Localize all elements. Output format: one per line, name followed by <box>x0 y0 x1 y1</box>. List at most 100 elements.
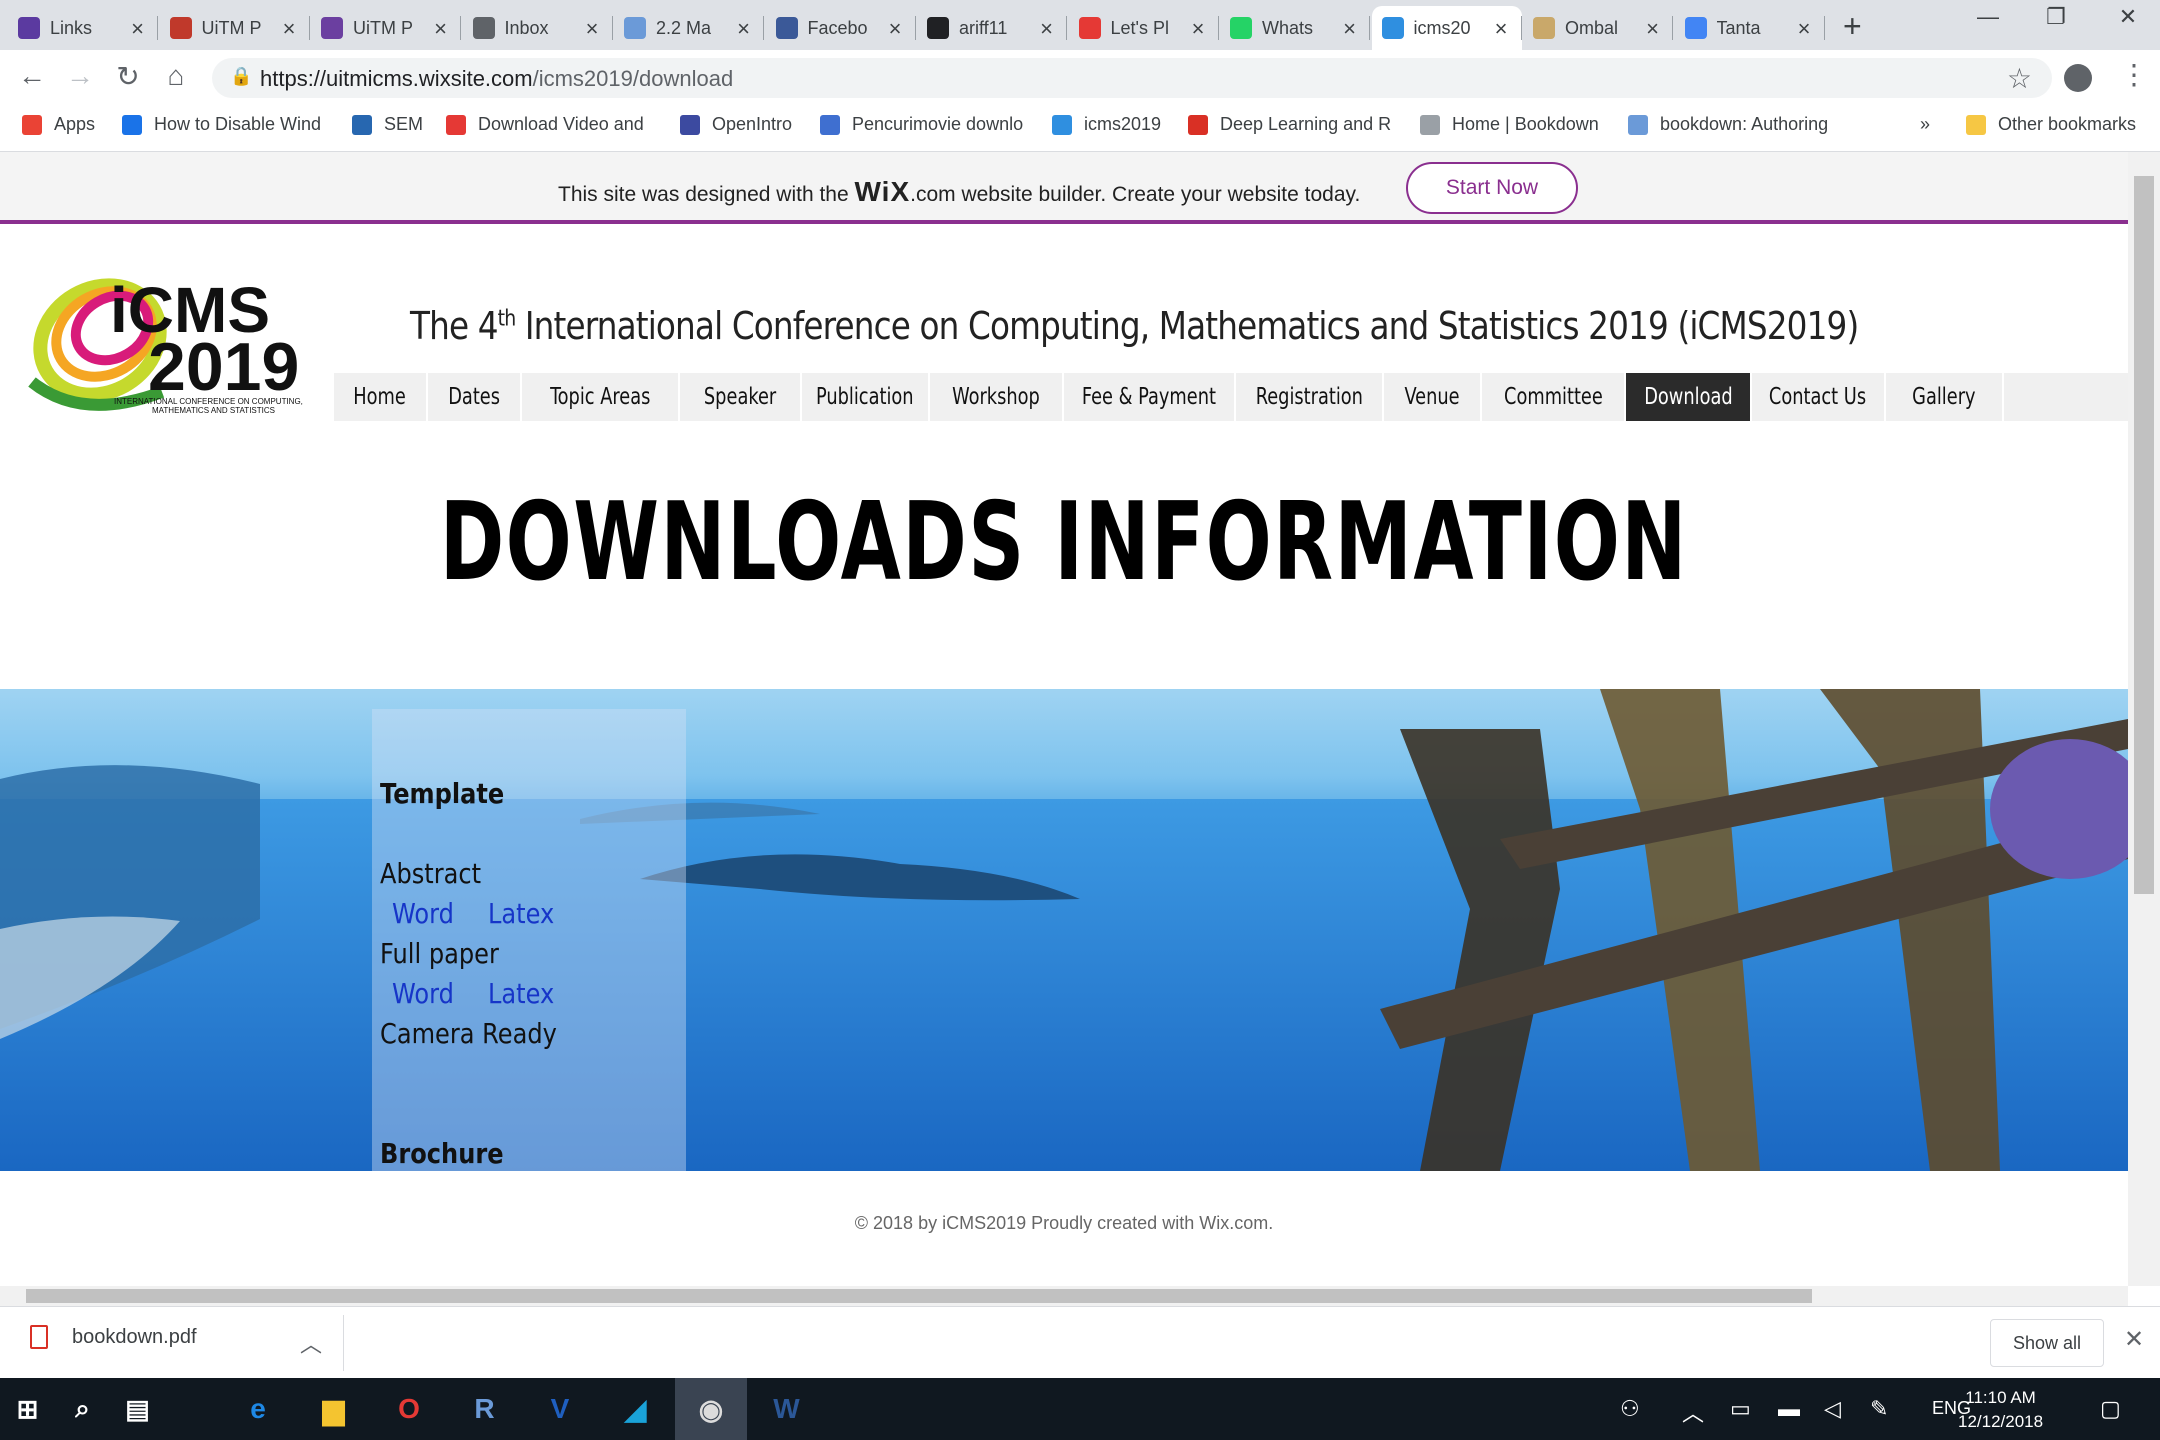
pen-icon[interactable]: ✎ <box>1870 1396 1888 1422</box>
abstract-latex-link[interactable]: Latex <box>488 897 554 930</box>
nav-item-topic-areas[interactable]: Topic Areas <box>522 373 680 421</box>
browser-tab[interactable]: Let's Pl × <box>1069 6 1219 50</box>
taskbar-app[interactable]: ◢ <box>600 1378 672 1440</box>
browser-tab[interactable]: Whats × <box>1220 6 1370 50</box>
mail-icon <box>472 17 495 39</box>
close-tab-icon[interactable]: × <box>737 16 750 42</box>
network-icon[interactable]: ▭ <box>1730 1396 1751 1422</box>
nav-item-workshop[interactable]: Workshop <box>930 373 1064 421</box>
menu-icon[interactable]: ⋮ <box>2120 58 2148 91</box>
close-shelf-icon[interactable]: ✕ <box>2124 1325 2144 1354</box>
taskbar-app[interactable]: e <box>222 1378 294 1440</box>
tab-title: ariff11 <box>959 17 1008 38</box>
vertical-scrollbar[interactable] <box>2128 152 2160 1286</box>
home-icon[interactable]: ⌂ <box>156 60 196 92</box>
whatsapp-icon <box>1230 17 1252 39</box>
icms-logo[interactable]: iCMS 2019 INTERNATIONAL CONFERENCE ON CO… <box>22 272 322 418</box>
start-now-button[interactable]: Start Now <box>1406 162 1578 214</box>
close-tab-icon[interactable]: × <box>1798 16 1811 42</box>
taskbar-app[interactable]: ⊞ <box>0 1378 55 1440</box>
browser-tab[interactable]: Ombal × <box>1523 6 1673 50</box>
browser-tab[interactable]: Inbox × <box>463 6 613 50</box>
vertical-scroll-thumb[interactable] <box>2134 176 2154 894</box>
bookmark-item[interactable]: OpenIntro <box>680 114 792 135</box>
taskbar-app[interactable]: O <box>373 1378 445 1440</box>
close-tab-icon[interactable]: × <box>1495 16 1508 42</box>
close-tab-icon[interactable]: × <box>434 16 447 42</box>
bookmark-item[interactable]: SEM <box>352 114 423 135</box>
back-icon[interactable]: ← <box>12 60 52 92</box>
close-tab-icon[interactable]: × <box>131 16 144 42</box>
browser-tab[interactable]: UiTM P × <box>311 6 461 50</box>
close-tab-icon[interactable]: × <box>1192 16 1205 42</box>
bookmark-item[interactable]: Deep Learning and R <box>1188 114 1391 135</box>
browser-tab[interactable]: 2.2 Ma × <box>614 6 764 50</box>
show-all-button[interactable]: Show all <box>1990 1319 2104 1367</box>
battery-icon[interactable]: ▬ <box>1778 1396 1800 1422</box>
minimize-button[interactable]: — <box>1958 4 2018 30</box>
close-tab-icon[interactable]: × <box>1040 16 1053 42</box>
taskbar-app[interactable]: R <box>449 1378 521 1440</box>
taskbar-app[interactable]: ◉ <box>675 1378 747 1440</box>
bookmark-item[interactable]: bookdown: Authoring <box>1628 114 1828 135</box>
taskbar-app[interactable]: ▆ <box>298 1378 370 1440</box>
abstract-word-link[interactable]: Word <box>392 897 454 930</box>
bookmark-item[interactable]: Download Video and <box>446 114 644 135</box>
full-paper-latex-link[interactable]: Latex <box>488 977 554 1010</box>
nav-item-gallery[interactable]: Gallery <box>1886 373 2004 421</box>
browser-tab[interactable]: Tanta × <box>1675 6 1825 50</box>
nav-item-contact-us[interactable]: Contact Us <box>1752 373 1886 421</box>
word-icon: W <box>773 1393 800 1424</box>
nav-item-registration[interactable]: Registration <box>1236 373 1384 421</box>
bookmarks-overflow-button[interactable]: » <box>1920 114 1930 135</box>
download-item[interactable]: bookdown.pdf <box>30 1325 197 1349</box>
close-tab-icon[interactable]: × <box>1646 16 1659 42</box>
bookmark-item[interactable]: Pencurimovie downlo <box>820 114 1023 135</box>
nav-item-label: Committee <box>1503 384 1603 410</box>
close-tab-icon[interactable]: × <box>889 16 902 42</box>
other-bookmarks[interactable]: Other bookmarks <box>1966 114 2136 135</box>
forward-icon[interactable]: → <box>60 60 100 92</box>
browser-tab[interactable]: icms20 × <box>1371 6 1522 50</box>
restore-button[interactable]: ❐ <box>2026 4 2086 30</box>
browser-tab[interactable]: ariff11 × <box>917 6 1067 50</box>
horizontal-scrollbar[interactable] <box>0 1286 2128 1306</box>
tray-chevron-icon[interactable]: ︿ <box>1682 1396 1704 1428</box>
taskbar-app[interactable]: V <box>524 1378 596 1440</box>
browser-tab[interactable]: UiTM P × <box>160 6 310 50</box>
nav-item-speaker[interactable]: Speaker <box>680 373 802 421</box>
browser-tab[interactable]: Facebo × <box>766 6 916 50</box>
close-tab-icon[interactable]: × <box>283 16 296 42</box>
close-tab-icon[interactable]: × <box>1343 16 1356 42</box>
address-bar[interactable]: 🔒 https://uitmicms.wixsite.com/icms2019/… <box>212 58 2052 98</box>
notification-icon[interactable]: ▢ <box>2100 1396 2121 1422</box>
nav-item-committee[interactable]: Committee <box>1482 373 1626 421</box>
reload-icon[interactable]: ↻ <box>108 60 148 93</box>
bookmark-item[interactable]: How to Disable Wind <box>122 114 321 135</box>
volume-icon[interactable]: ◁ <box>1824 1396 1841 1422</box>
nav-item-home[interactable]: Home <box>334 373 428 421</box>
horizontal-scroll-thumb[interactable] <box>26 1289 1812 1303</box>
taskbar-app[interactable]: W <box>751 1378 823 1440</box>
bookmark-item[interactable]: Home | Bookdown <box>1420 114 1599 135</box>
nav-item-venue[interactable]: Venue <box>1384 373 1482 421</box>
url-text[interactable]: https://uitmicms.wixsite.com/icms2019/do… <box>260 66 733 92</box>
bookmark-star-icon[interactable]: ☆ <box>2007 62 2032 95</box>
nav-item-publication[interactable]: Publication <box>802 373 930 421</box>
nav-item-dates[interactable]: Dates <box>428 373 522 421</box>
taskbar-app[interactable]: ⌕ <box>55 1378 110 1440</box>
people-icon[interactable]: ⚇ <box>1620 1396 1640 1422</box>
chevron-up-icon[interactable]: ︿ <box>300 1327 322 1359</box>
close-tab-icon[interactable]: × <box>586 16 599 42</box>
taskbar-app[interactable]: ▤ <box>110 1378 165 1440</box>
full-paper-word-link[interactable]: Word <box>392 977 454 1010</box>
clock[interactable]: 11:10 AM 12/12/2018 <box>1958 1386 2043 1434</box>
profile-avatar[interactable] <box>2064 64 2092 92</box>
bookmark-item[interactable]: Apps <box>22 114 95 135</box>
new-tab-button[interactable]: + <box>1843 8 1862 45</box>
nav-item-download[interactable]: Download <box>1626 373 1752 421</box>
close-window-button[interactable]: ✕ <box>2098 4 2158 30</box>
browser-tab[interactable]: Links × <box>8 6 158 50</box>
nav-item-fee-payment[interactable]: Fee & Payment <box>1064 373 1236 421</box>
bookmark-item[interactable]: icms2019 <box>1052 114 1161 135</box>
